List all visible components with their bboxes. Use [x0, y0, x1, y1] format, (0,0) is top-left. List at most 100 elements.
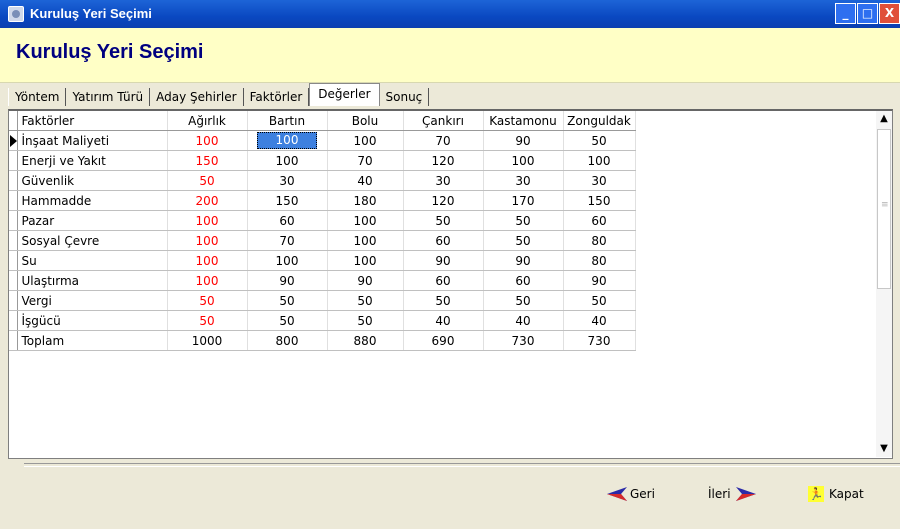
- row-indicator[interactable]: [9, 330, 18, 351]
- row-indicator[interactable]: [9, 150, 18, 171]
- value-cell[interactable]: 180: [327, 190, 404, 211]
- factor-name-cell[interactable]: Ulaştırma: [16, 270, 168, 291]
- next-button[interactable]: İleri: [708, 484, 757, 504]
- column-header[interactable]: Bolu: [327, 111, 404, 131]
- row-indicator[interactable]: [9, 170, 18, 191]
- factor-name-cell[interactable]: Toplam: [16, 330, 168, 351]
- value-cell[interactable]: 70: [327, 150, 404, 171]
- tab-2[interactable]: Aday Şehirler: [150, 88, 244, 106]
- value-cell[interactable]: 100: [247, 130, 328, 151]
- table-row[interactable]: Su 100 100 100 90 90 80: [9, 250, 636, 271]
- value-cell[interactable]: 50: [167, 290, 248, 311]
- value-cell[interactable]: 30: [247, 170, 328, 191]
- row-indicator[interactable]: [9, 210, 18, 231]
- value-cell[interactable]: 40: [327, 170, 404, 191]
- value-cell[interactable]: 80: [563, 250, 636, 271]
- table-row[interactable]: Pazar 100 60 100 50 50 60: [9, 210, 636, 231]
- value-cell[interactable]: 120: [403, 150, 484, 171]
- value-cell[interactable]: 90: [403, 250, 484, 271]
- value-cell[interactable]: 100: [167, 250, 248, 271]
- value-cell[interactable]: 150: [247, 190, 328, 211]
- column-header[interactable]: Faktörler: [16, 111, 168, 131]
- value-cell[interactable]: 100: [247, 150, 328, 171]
- row-indicator[interactable]: [9, 310, 18, 331]
- value-cell[interactable]: 730: [483, 330, 564, 351]
- value-cell[interactable]: 50: [247, 290, 328, 311]
- value-cell[interactable]: 70: [247, 230, 328, 251]
- value-cell[interactable]: 100: [483, 150, 564, 171]
- scroll-down-arrow-icon[interactable]: ▼: [876, 441, 892, 457]
- value-cell[interactable]: 50: [483, 230, 564, 251]
- value-cell[interactable]: 90: [483, 250, 564, 271]
- tab-1[interactable]: Yatırım Türü: [66, 88, 151, 106]
- factor-name-cell[interactable]: İşgücü: [16, 310, 168, 331]
- column-header[interactable]: Kastamonu: [483, 111, 564, 131]
- factor-name-cell[interactable]: İnşaat Maliyeti: [16, 130, 168, 151]
- value-cell[interactable]: 100: [327, 250, 404, 271]
- value-cell[interactable]: 50: [167, 170, 248, 191]
- scroll-up-arrow-icon[interactable]: ▲: [876, 111, 892, 127]
- value-cell[interactable]: 50: [327, 290, 404, 311]
- value-cell[interactable]: 50: [563, 290, 636, 311]
- vertical-scrollbar[interactable]: ▲ ▼: [876, 111, 892, 457]
- value-cell[interactable]: 50: [483, 210, 564, 231]
- scroll-thumb[interactable]: [877, 129, 891, 289]
- value-cell[interactable]: 730: [563, 330, 636, 351]
- table-row[interactable]: Hammadde 200 150 180 120 170 150: [9, 190, 636, 211]
- value-cell[interactable]: 800: [247, 330, 328, 351]
- value-cell[interactable]: 40: [403, 310, 484, 331]
- value-cell[interactable]: 50: [167, 310, 248, 331]
- value-cell[interactable]: 200: [167, 190, 248, 211]
- factor-name-cell[interactable]: Su: [16, 250, 168, 271]
- column-header[interactable]: Zonguldak: [563, 111, 636, 131]
- table-row[interactable]: Enerji ve Yakıt 150 100 70 120 100 100: [9, 150, 636, 171]
- table-row[interactable]: Ulaştırma 100 90 90 60 60 90: [9, 270, 636, 291]
- value-cell[interactable]: 60: [563, 210, 636, 231]
- tab-5[interactable]: Sonuç: [380, 88, 430, 106]
- row-indicator[interactable]: [9, 190, 18, 211]
- value-cell[interactable]: 80: [563, 230, 636, 251]
- table-row[interactable]: Sosyal Çevre 100 70 100 60 50 80: [9, 230, 636, 251]
- value-cell[interactable]: 30: [563, 170, 636, 191]
- value-cell[interactable]: 50: [403, 210, 484, 231]
- maximize-button[interactable]: □: [857, 3, 878, 24]
- column-header[interactable]: Bartın: [247, 111, 328, 131]
- factor-name-cell[interactable]: Pazar: [16, 210, 168, 231]
- value-cell[interactable]: 60: [403, 230, 484, 251]
- value-cell[interactable]: 40: [483, 310, 564, 331]
- column-header[interactable]: Ağırlık: [167, 111, 248, 131]
- close-button[interactable]: 🏃 Kapat: [808, 484, 864, 504]
- tab-3[interactable]: Faktörler: [244, 88, 310, 106]
- value-cell[interactable]: 60: [247, 210, 328, 231]
- factor-name-cell[interactable]: Güvenlik: [16, 170, 168, 191]
- value-cell[interactable]: 690: [403, 330, 484, 351]
- value-cell[interactable]: 50: [327, 310, 404, 331]
- value-cell[interactable]: 40: [563, 310, 636, 331]
- value-cell[interactable]: 100: [247, 250, 328, 271]
- column-header[interactable]: Çankırı: [403, 111, 484, 131]
- factor-name-cell[interactable]: Vergi: [16, 290, 168, 311]
- row-indicator[interactable]: [9, 230, 18, 251]
- selected-cell-value[interactable]: 100: [257, 132, 317, 149]
- factor-name-cell[interactable]: Hammadde: [16, 190, 168, 211]
- value-cell[interactable]: 50: [483, 290, 564, 311]
- value-cell[interactable]: 60: [483, 270, 564, 291]
- close-window-button[interactable]: X: [879, 3, 900, 24]
- value-cell[interactable]: 50: [403, 290, 484, 311]
- value-cell[interactable]: 880: [327, 330, 404, 351]
- value-cell[interactable]: 50: [247, 310, 328, 331]
- factor-name-cell[interactable]: Sosyal Çevre: [16, 230, 168, 251]
- value-cell[interactable]: 100: [327, 130, 404, 151]
- value-cell[interactable]: 70: [403, 130, 484, 151]
- value-cell[interactable]: 1000: [167, 330, 248, 351]
- factor-name-cell[interactable]: Enerji ve Yakıt: [16, 150, 168, 171]
- value-cell[interactable]: 90: [247, 270, 328, 291]
- value-cell[interactable]: 90: [327, 270, 404, 291]
- tab-4[interactable]: Değerler: [309, 83, 380, 106]
- tab-0[interactable]: Yöntem: [8, 88, 67, 106]
- back-button[interactable]: Geri: [606, 484, 655, 504]
- value-cell[interactable]: 150: [563, 190, 636, 211]
- value-cell[interactable]: 100: [327, 230, 404, 251]
- row-indicator[interactable]: [9, 250, 18, 271]
- value-cell[interactable]: 30: [403, 170, 484, 191]
